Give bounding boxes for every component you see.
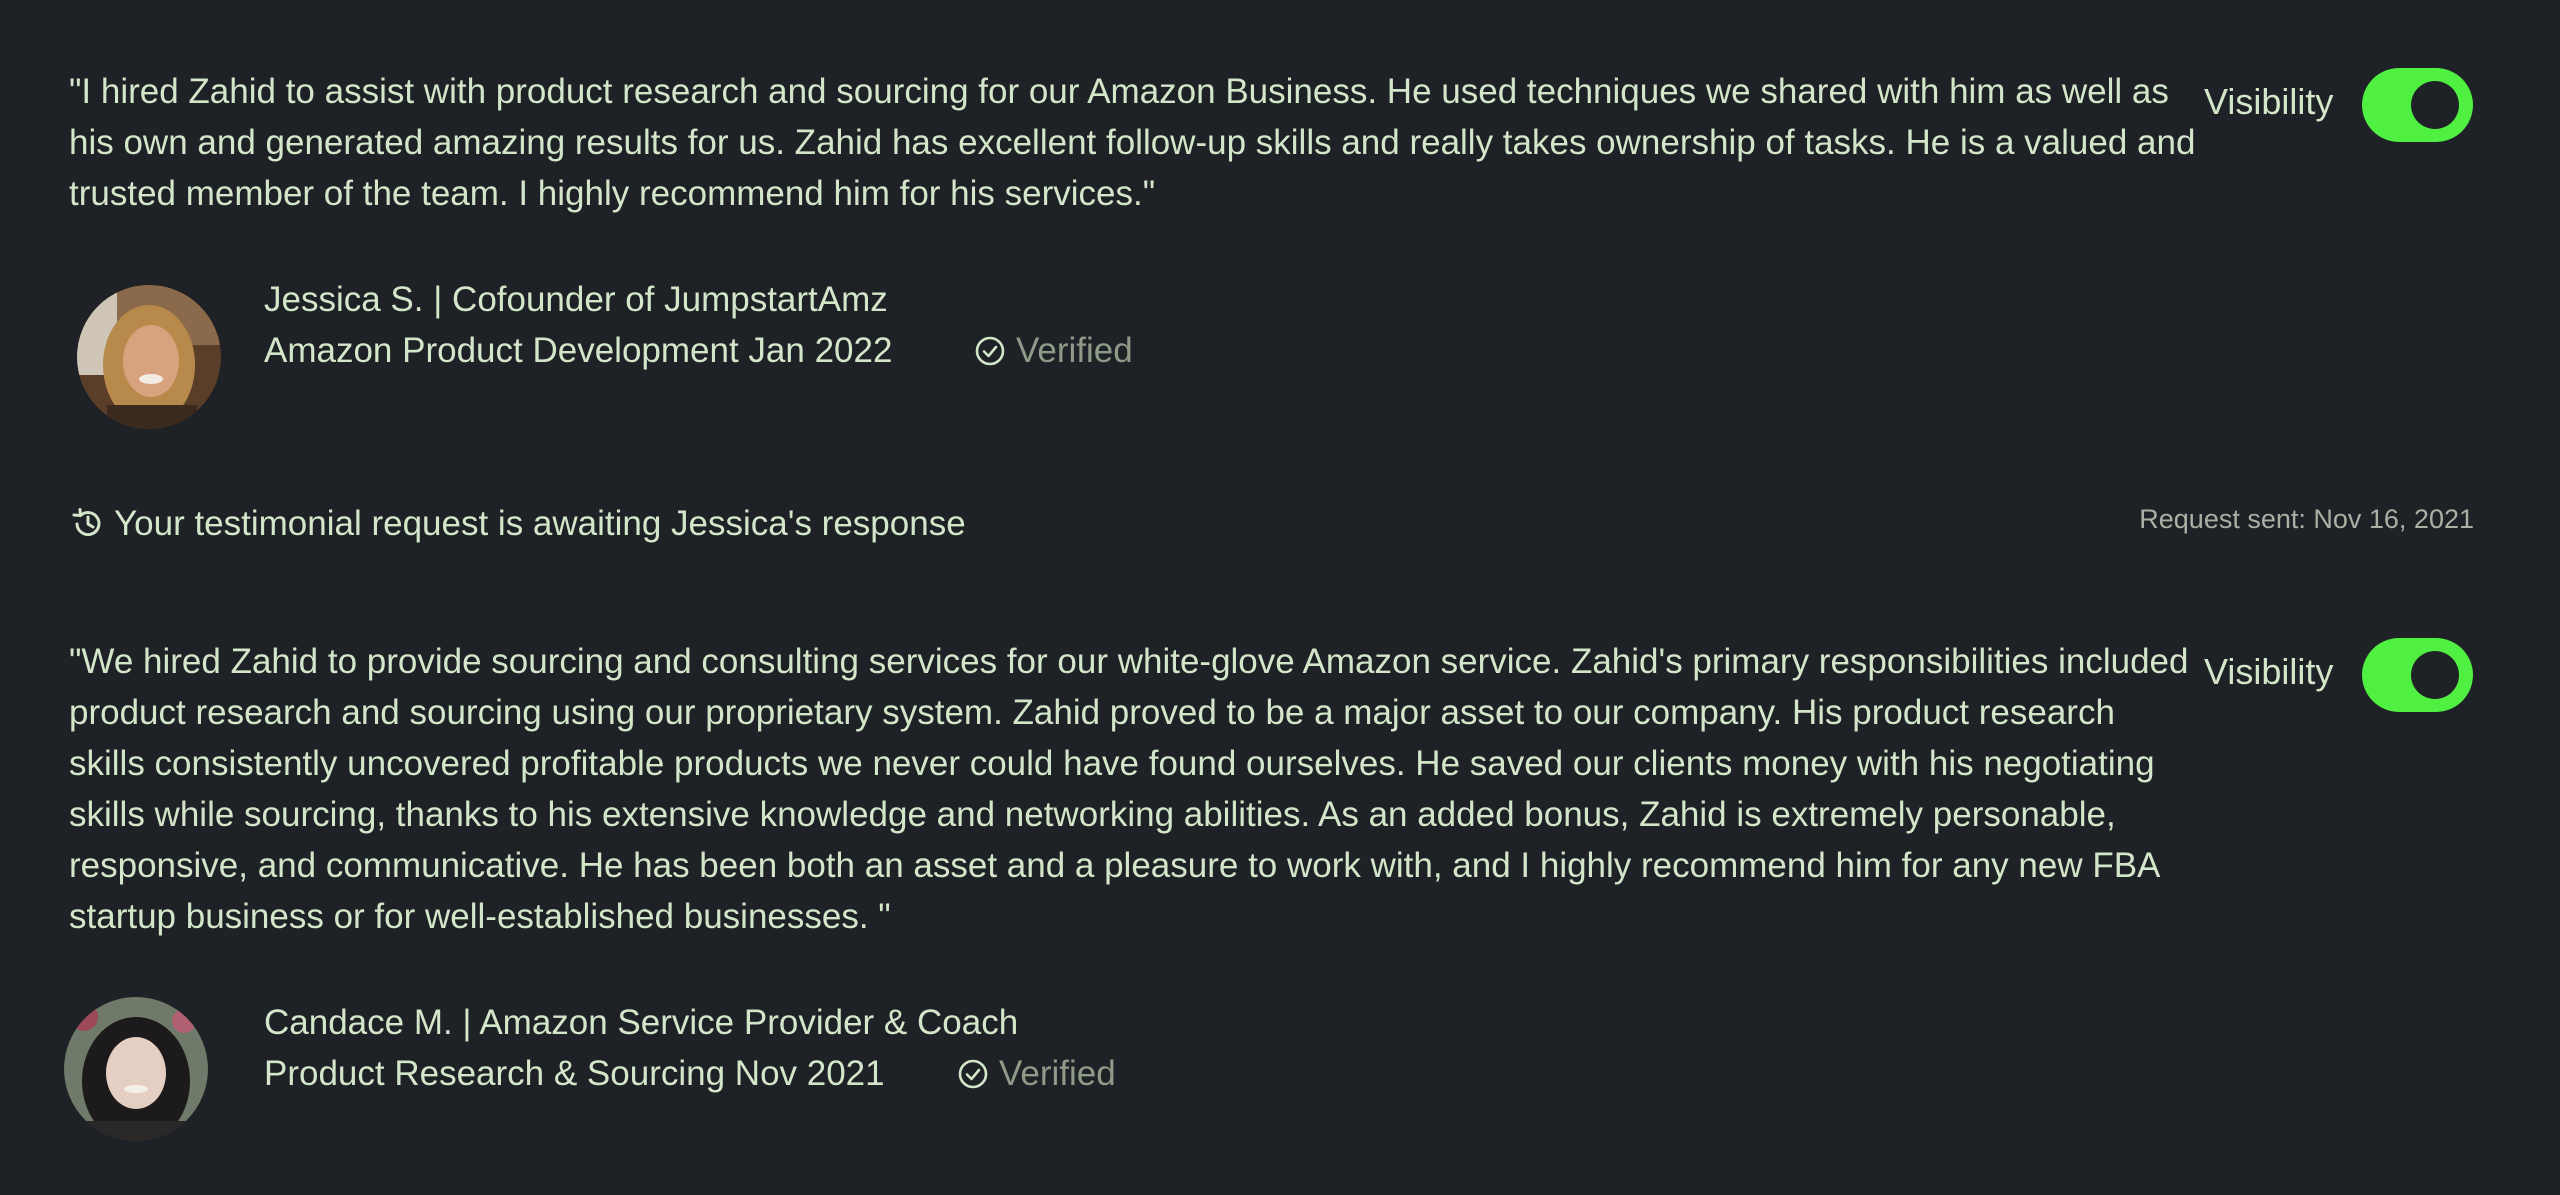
visibility-label: Visibility	[2204, 651, 2334, 692]
testimonial-quote: "I hired Zahid to assist with product re…	[69, 72, 2196, 213]
visibility-toggle[interactable]	[2362, 638, 2473, 712]
visibility-label: Visibility	[2204, 81, 2334, 122]
check-circle-icon	[975, 336, 1005, 366]
history-icon	[72, 508, 101, 537]
verified-label: Verified	[999, 1054, 1116, 1093]
project-title: Amazon Product Development Jan 2022	[264, 331, 893, 370]
pending-message-text: Your testimonial request is awaiting Jes…	[114, 504, 966, 543]
author-name: Candace M. | Amazon Service Provider & C…	[264, 1003, 1019, 1042]
avatar	[77, 285, 221, 429]
verified-badge: Verified	[957, 1052, 1116, 1096]
verified-badge: Verified	[974, 329, 1133, 373]
avatar	[64, 997, 208, 1141]
verified-label: Verified	[1016, 331, 1133, 370]
toggle-knob	[2411, 81, 2459, 129]
pending-request-message: Your testimonial request is awaiting Jes…	[70, 502, 966, 546]
request-sent-date: Request sent: Nov 16, 2021	[2139, 504, 2474, 534]
project-title: Product Research & Sourcing Nov 2021	[264, 1054, 885, 1093]
testimonial-quote: "We hired Zahid to provide sourcing and …	[69, 642, 2189, 936]
author-name: Jessica S. | Cofounder of JumpstartAmz	[264, 280, 888, 319]
visibility-toggle[interactable]	[2362, 68, 2473, 142]
check-circle-icon	[958, 1059, 988, 1089]
toggle-knob	[2411, 651, 2459, 699]
